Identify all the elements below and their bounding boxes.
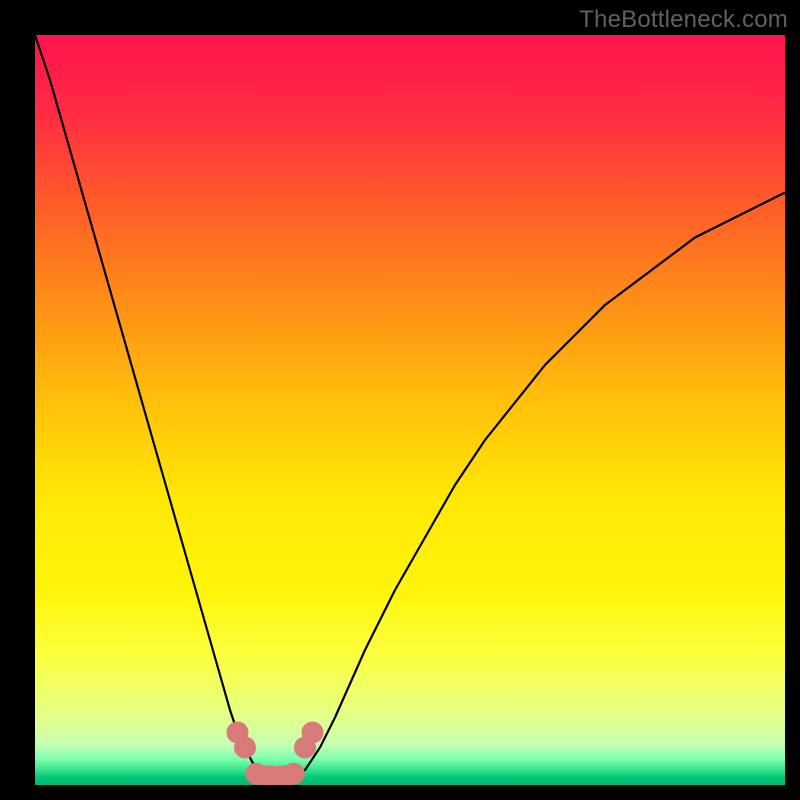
watermark-text: TheBottleneck.com: [579, 6, 788, 34]
chart-frame: TheBottleneck.com: [0, 0, 800, 800]
highlight-dot: [283, 763, 305, 785]
bottleneck-chart: [35, 35, 785, 785]
highlight-dot: [302, 722, 324, 744]
gradient-background: [35, 35, 785, 785]
highlight-dot: [234, 737, 256, 759]
chart-plot-area: [35, 35, 785, 785]
